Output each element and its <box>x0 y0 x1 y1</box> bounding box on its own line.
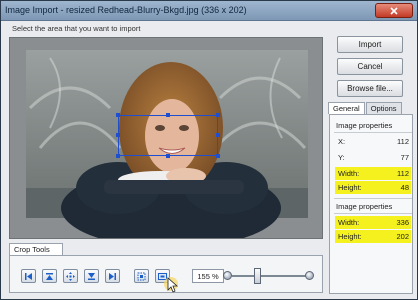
first-button[interactable] <box>21 269 36 283</box>
image-width-label: Width: <box>338 218 360 227</box>
selection-x-row: X: 112 <box>335 135 411 148</box>
close-icon <box>390 6 398 15</box>
tab-crop-tools[interactable]: Crop Tools <box>9 243 63 255</box>
zoom-slider-track[interactable] <box>232 275 312 277</box>
crop-handle-right[interactable] <box>216 133 220 137</box>
x-label: X: <box>338 137 346 146</box>
image-properties-title: Image properties <box>336 202 393 211</box>
zoom-out-icon[interactable] <box>223 271 232 280</box>
crop-handle-bottom[interactable] <box>166 154 170 158</box>
crop-handle-left[interactable] <box>116 133 120 137</box>
height-label: Height: <box>338 183 362 192</box>
selection-width-row: Width: 112 <box>335 167 411 180</box>
divider <box>334 132 412 133</box>
zoom-in-icon[interactable] <box>305 271 314 280</box>
last-button[interactable] <box>105 269 120 283</box>
width-label: Width: <box>338 169 360 178</box>
image-height-row: Height: 202 <box>335 230 411 243</box>
selection-properties-title: Image properties <box>336 121 393 130</box>
crop-handle-top-left[interactable] <box>116 113 120 117</box>
crop-selection[interactable] <box>116 113 220 158</box>
crop-toolbar: 155 % <box>9 255 323 293</box>
fit-selection-icon <box>137 272 146 280</box>
cancel-button[interactable]: Cancel <box>337 58 403 75</box>
move-center-icon <box>66 271 75 281</box>
crop-handle-bottom-right[interactable] <box>216 154 220 158</box>
image-import-dialog: Image Import - resized Redhead-Blurry-Bk… <box>0 0 418 300</box>
image-width-row: Width: 336 <box>335 216 411 229</box>
mouse-cursor-icon <box>164 277 179 293</box>
general-panel: Image properties X: 112 Y: 77 Width: 112… <box>329 114 413 294</box>
y-value: 77 <box>400 153 409 162</box>
zoom-slider-thumb[interactable] <box>254 268 261 284</box>
image-width-value: 336 <box>396 218 409 227</box>
x-value: 112 <box>397 137 409 146</box>
tab-options[interactable]: Options <box>365 102 402 114</box>
width-value: 112 <box>397 169 409 178</box>
crop-handle-bottom-left[interactable] <box>116 154 120 158</box>
browse-file-button[interactable]: Browse file... <box>337 80 403 97</box>
image-height-label: Height: <box>338 232 362 241</box>
divider <box>334 198 412 199</box>
move-center-button[interactable] <box>63 269 78 283</box>
last-icon <box>109 272 116 280</box>
selection-y-row: Y: 77 <box>335 151 411 164</box>
image-height-value: 202 <box>396 232 409 241</box>
crop-handle-top-right[interactable] <box>216 113 220 117</box>
window-title: Image Import - resized Redhead-Blurry-Bk… <box>5 5 247 15</box>
divider <box>334 213 412 214</box>
height-value: 48 <box>400 183 409 192</box>
zoom-level-field[interactable]: 155 % <box>192 269 224 283</box>
align-top-button[interactable] <box>42 269 57 283</box>
y-label: Y: <box>338 153 345 162</box>
title-bar[interactable]: Image Import - resized Redhead-Blurry-Bk… <box>1 1 417 21</box>
align-top-icon <box>46 272 53 280</box>
align-bottom-button[interactable] <box>84 269 99 283</box>
crop-handle-top[interactable] <box>166 113 170 117</box>
import-button[interactable]: Import <box>337 36 403 53</box>
instruction-text: Select the area that you want to import <box>12 24 141 33</box>
image-preview[interactable] <box>9 37 323 239</box>
tab-general[interactable]: General <box>328 102 365 114</box>
fit-selection-button[interactable] <box>134 269 149 283</box>
close-button[interactable] <box>375 3 413 18</box>
properties-tabs: General Options <box>328 102 403 114</box>
first-icon <box>25 272 32 280</box>
align-bottom-icon <box>88 272 95 280</box>
selection-height-row: Height: 48 <box>335 181 411 194</box>
